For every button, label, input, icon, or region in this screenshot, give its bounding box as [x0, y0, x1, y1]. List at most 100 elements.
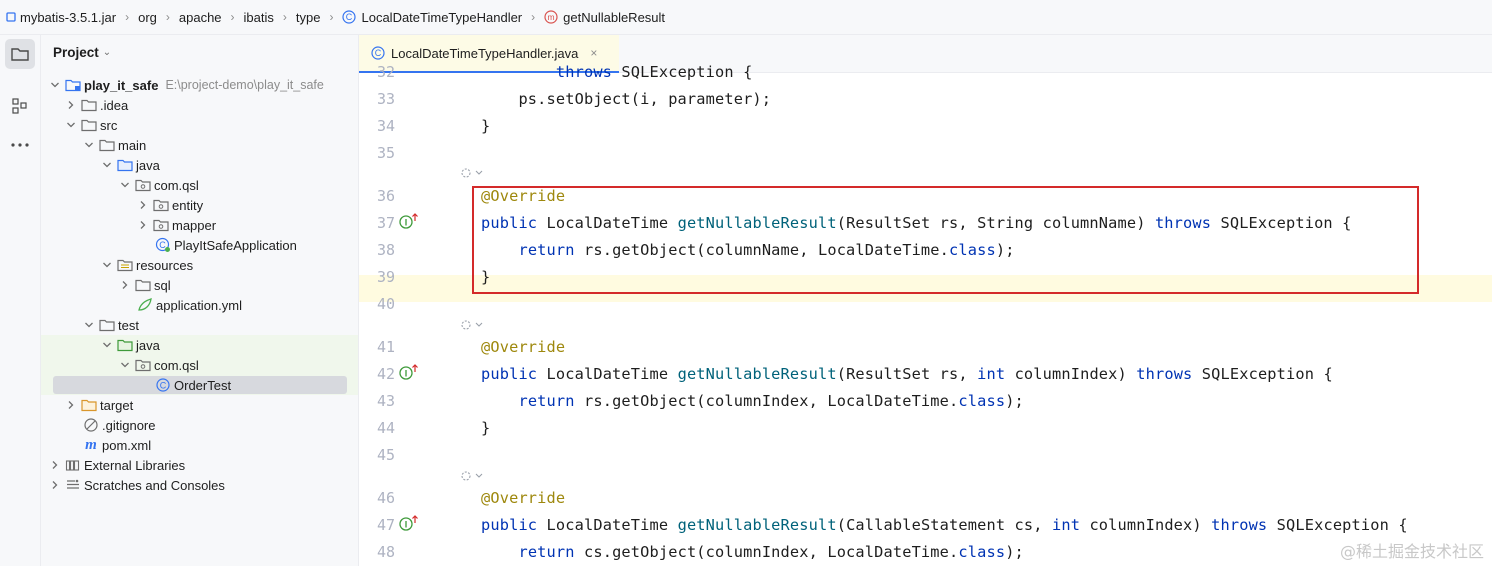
tree-item-package-comqsl[interactable]: com.qsl	[41, 175, 358, 195]
line-number: 42	[376, 365, 395, 383]
breadcrumb-item-apache[interactable]: apache	[179, 10, 222, 25]
fold-icon[interactable]	[460, 318, 486, 332]
tree-item-label: target	[100, 397, 134, 413]
tree-item-sql[interactable]: sql	[41, 275, 358, 295]
line-number: 47	[376, 516, 395, 534]
code-editor: C LocalDateTimeTypeHandler.java × 32 thr…	[359, 35, 1492, 566]
implements-icon[interactable]: I	[399, 212, 419, 230]
scratches-icon	[65, 478, 81, 492]
breadcrumb-separator: ›	[125, 10, 130, 24]
line-number: 35	[376, 144, 395, 162]
breadcrumb-separator: ›	[165, 10, 170, 24]
class-icon: C	[155, 377, 171, 393]
spring-class-icon: C	[155, 237, 171, 253]
tree-item-test-java[interactable]: java	[41, 335, 358, 355]
breadcrumb-separator: ›	[329, 10, 334, 24]
folder-icon	[81, 98, 97, 112]
breadcrumb-item-org[interactable]: org	[138, 10, 157, 25]
chevron-right-icon[interactable]	[63, 397, 79, 413]
line-number: 32	[376, 63, 395, 81]
line-number: 37	[376, 214, 395, 232]
tree-item-label: OrderTest	[174, 377, 232, 393]
breadcrumb-separator: ›	[282, 10, 287, 24]
project-tool-button[interactable]	[5, 39, 35, 69]
tree-item-target[interactable]: target	[41, 395, 358, 415]
tree-item-ordertest[interactable]: C OrderTest	[41, 375, 358, 395]
package-icon	[135, 178, 151, 192]
breadcrumb-item-class[interactable]: C LocalDateTimeTypeHandler	[342, 10, 522, 25]
line-number: 45	[376, 446, 395, 464]
chevron-right-icon[interactable]	[117, 277, 133, 293]
chevron-down-icon[interactable]	[63, 117, 79, 133]
tree-item-external-libraries[interactable]: External Libraries	[41, 455, 358, 475]
implements-icon[interactable]: I	[399, 363, 419, 381]
tree-item-idea[interactable]: .idea	[41, 95, 358, 115]
tree-item-test[interactable]: test	[41, 315, 358, 335]
tree-item-application-yml[interactable]: application.yml	[41, 295, 358, 315]
chevron-down-icon[interactable]	[47, 77, 63, 93]
implements-icon[interactable]: I	[399, 514, 419, 532]
chevron-right-icon[interactable]	[135, 197, 151, 213]
source-folder-icon	[117, 158, 133, 172]
close-icon[interactable]: ×	[590, 46, 597, 60]
tree-item-mapper[interactable]: mapper	[41, 215, 358, 235]
chevron-down-icon[interactable]	[99, 157, 115, 173]
tree-item-src[interactable]: src	[41, 115, 358, 135]
tree-item-label: mapper	[172, 217, 217, 233]
more-tools-button[interactable]	[5, 130, 35, 160]
chevron-right-icon[interactable]	[135, 217, 151, 233]
tree-item-label: java	[136, 337, 160, 353]
code-line: }	[481, 419, 491, 437]
class-icon: C	[342, 10, 357, 24]
project-panel: Project ⌄ play_it_safe E:\project-demo\p…	[41, 35, 359, 566]
chevron-down-icon[interactable]	[81, 137, 97, 153]
svg-text:I: I	[405, 369, 408, 379]
tree-item-test-package-comqsl[interactable]: com.qsl	[41, 355, 358, 375]
breadcrumb-item-method[interactable]: m getNullableResult	[544, 10, 665, 25]
line-number: 40	[376, 295, 395, 313]
tree-item-entity[interactable]: entity	[41, 195, 358, 215]
breadcrumb-label: LocalDateTimeTypeHandler	[361, 9, 523, 25]
chevron-down-icon[interactable]	[99, 257, 115, 273]
tree-item-project-root[interactable]: play_it_safe E:\project-demo\play_it_saf…	[41, 75, 358, 95]
chevron-down-icon[interactable]	[81, 317, 97, 333]
method-icon: m	[544, 10, 558, 24]
chevron-down-icon[interactable]	[99, 337, 115, 353]
tree-item-resources[interactable]: resources	[41, 255, 358, 275]
chevron-right-icon[interactable]	[47, 477, 63, 493]
code-area[interactable]: 32 throws SQLException { 33 ps.setObject…	[359, 63, 1492, 566]
tree-item-pom-xml[interactable]: m pom.xml	[41, 435, 358, 455]
fold-icon[interactable]	[460, 166, 486, 180]
project-view-selector[interactable]: Project ⌄	[53, 45, 111, 60]
tree-item-label: PlayItSafeApplication	[174, 237, 297, 253]
maven-icon: m	[85, 436, 97, 453]
chevron-down-icon: ⌄	[102, 47, 112, 58]
chevron-down-icon[interactable]	[117, 357, 133, 373]
code-line: @Override	[481, 489, 566, 507]
tree-item-scratches[interactable]: Scratches and Consoles	[41, 475, 358, 495]
tree-item-main[interactable]: main	[41, 135, 358, 155]
line-number: 46	[376, 489, 395, 507]
folder-icon	[10, 45, 30, 63]
test-source-folder-icon	[117, 338, 133, 352]
breadcrumb-separator: ›	[531, 10, 536, 24]
structure-icon	[11, 97, 29, 115]
breadcrumb-item-type[interactable]: type	[296, 10, 321, 25]
tree-item-label: main	[118, 137, 147, 153]
svg-text:C: C	[375, 48, 382, 58]
package-icon	[153, 198, 169, 212]
tree-item-gitignore[interactable]: .gitignore	[41, 415, 358, 435]
jar-icon	[6, 12, 16, 22]
code-line: public LocalDateTime getNullableResult(R…	[481, 365, 1333, 383]
tree-item-main-java[interactable]: java	[41, 155, 358, 175]
chevron-right-icon[interactable]	[47, 457, 63, 473]
breadcrumb-item-jar[interactable]: mybatis-3.5.1.jar	[6, 10, 116, 25]
tree-item-playitsafeapplication[interactable]: C PlayItSafeApplication	[41, 235, 358, 255]
breadcrumb-item-ibatis[interactable]: ibatis	[244, 10, 274, 25]
fold-icon[interactable]	[460, 469, 486, 483]
chevron-right-icon[interactable]	[63, 97, 79, 113]
structure-tool-button[interactable]	[5, 91, 35, 121]
module-folder-icon	[65, 78, 81, 92]
chevron-down-icon[interactable]	[117, 177, 133, 193]
breadcrumb-label: ibatis	[243, 9, 274, 25]
